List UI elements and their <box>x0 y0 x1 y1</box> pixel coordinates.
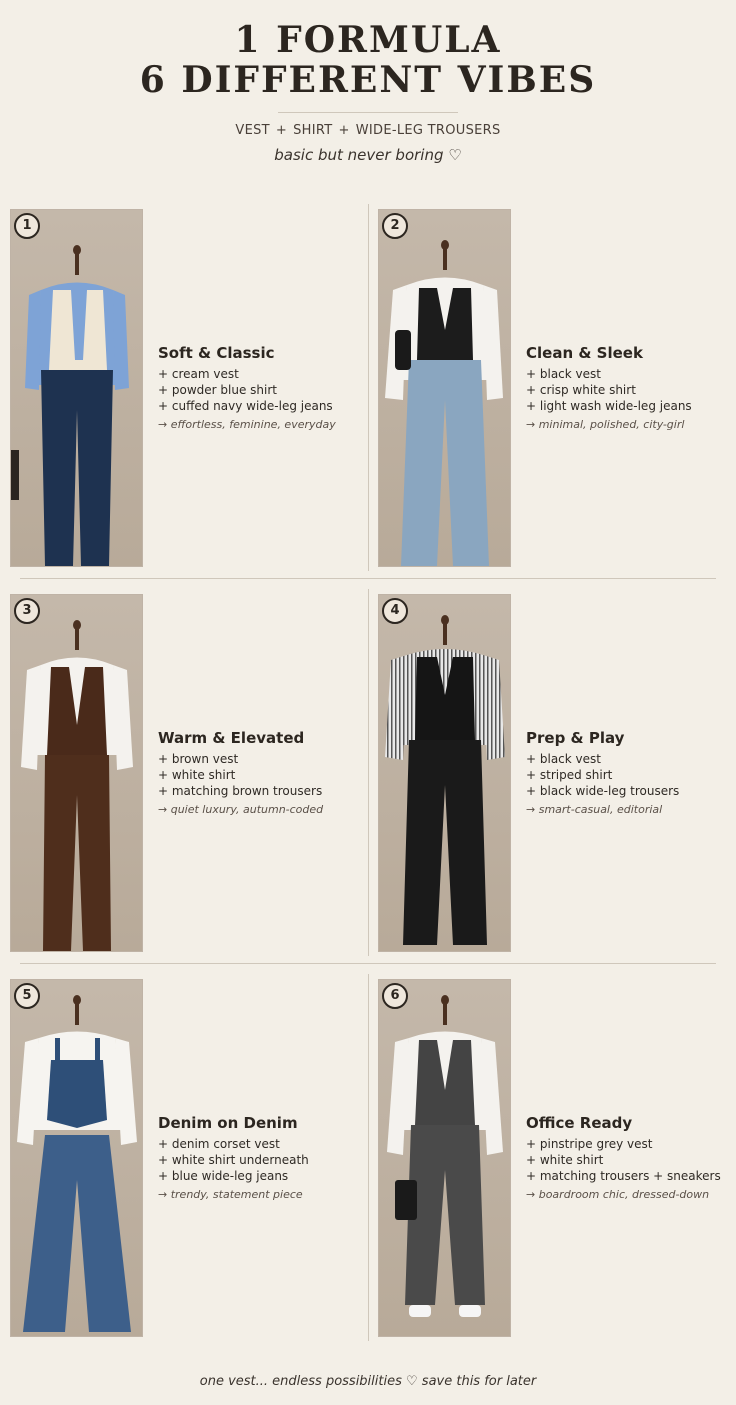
number-badge: 4 <box>382 598 408 624</box>
outfit-photo: 6 <box>378 979 511 1337</box>
outfit-item: + matching brown trousers <box>158 784 323 798</box>
outfit-card-2: 2 Clean & Sleek + black vest + crisp whi… <box>368 200 736 585</box>
outfit-grid: 1 Soft & Classic + cream vest + powder b… <box>0 200 736 1345</box>
outfit-vibe: → minimal, polished, city-girl <box>526 418 685 431</box>
outfit-item: + powder blue shirt <box>158 383 277 397</box>
outfit-info: Warm & Elevated + brown vest + white shi… <box>158 729 363 816</box>
outfit-vibe: → smart-casual, editorial <box>526 803 663 816</box>
outfit-item: + cuffed navy wide-leg jeans <box>158 399 333 413</box>
formula-shirt: SHIRT <box>293 123 333 138</box>
outfit-photo: 1 <box>10 209 143 567</box>
outfit-photo: 4 <box>378 594 511 952</box>
outfit-info: Denim on Denim + denim corset vest + whi… <box>158 1114 363 1201</box>
outfit-item: + blue wide-leg jeans <box>158 1169 289 1183</box>
mannequin-illustration <box>17 995 137 1332</box>
outfit-photo: 3 <box>10 594 143 952</box>
tagline: basic but never boring ♡ <box>274 146 462 164</box>
page-title: 1 FORMULA 6 DIFFERENT VIBES <box>0 0 736 100</box>
outfit-item: + brown vest <box>158 752 239 766</box>
outfit-item: + white shirt <box>158 768 236 782</box>
outfit-item: + cream vest <box>158 367 239 381</box>
number-badge: 1 <box>14 213 40 239</box>
outfit-item: + white shirt underneath <box>158 1153 309 1167</box>
outfit-info: Soft & Classic + cream vest + powder blu… <box>158 344 363 431</box>
outfit-name: Warm & Elevated <box>158 729 305 747</box>
outfit-name: Prep & Play <box>526 729 625 747</box>
outfit-name: Office Ready <box>526 1114 633 1132</box>
outfit-name: Clean & Sleek <box>526 344 643 362</box>
number-badge: 6 <box>382 983 408 1009</box>
outfit-item: + black vest <box>526 752 601 766</box>
plus-sign: + <box>338 123 350 138</box>
outfit-vibe: → trendy, statement piece <box>158 1188 303 1201</box>
outfit-vibe: → boardroom chic, dressed-down <box>526 1188 710 1201</box>
outfit-item: + crisp white shirt <box>526 383 636 397</box>
outfit-photo: 2 <box>378 209 511 567</box>
outfit-name: Denim on Denim <box>158 1114 298 1132</box>
title-line-1: 1 FORMULA <box>234 19 502 61</box>
title-divider <box>278 112 458 113</box>
number-badge: 3 <box>14 598 40 624</box>
title-line-2: 6 DIFFERENT VIBES <box>139 59 597 101</box>
number-badge: 5 <box>14 983 40 1009</box>
outfit-card-5: 5 Denim on Denim + denim corset vest + w… <box>0 970 368 1355</box>
outfit-card-1: 1 Soft & Classic + cream vest + powder b… <box>0 200 368 585</box>
mannequin-illustration <box>385 615 505 945</box>
plus-sign: + <box>275 123 288 138</box>
outfit-info: Office Ready + pinstripe grey vest + whi… <box>526 1114 731 1201</box>
header: 1 FORMULA 6 DIFFERENT VIBES VEST + SHIRT + W… <box>0 0 736 164</box>
outfit-card-4: 4 Prep & Play + black vest + striped shi… <box>368 585 736 970</box>
outfit-item: + light wash wide-leg jeans <box>526 399 692 413</box>
formula-trousers: WIDE-LEG TROUSERS <box>355 123 501 138</box>
outfit-item: + striped shirt <box>526 768 613 782</box>
outfit-item: + pinstripe grey vest <box>526 1137 653 1151</box>
mannequin-illustration <box>387 995 503 1317</box>
footer-note: one vest... endless possibilities ♡ save… <box>199 1374 537 1389</box>
outfit-photo: 5 <box>10 979 143 1337</box>
outfit-vibe: → effortless, feminine, everyday <box>158 418 336 431</box>
outfit-vibe: → quiet luxury, autumn-coded <box>158 803 324 816</box>
formula-vest: VEST <box>235 123 270 138</box>
outfit-info: Prep & Play + black vest + striped shirt… <box>526 729 731 816</box>
outfit-item: + matching trousers + sneakers <box>526 1169 721 1183</box>
mannequin-illustration <box>11 245 129 566</box>
outfit-name: Soft & Classic <box>158 344 275 362</box>
outfit-item: + denim corset vest <box>158 1137 280 1151</box>
outfit-card-3: 3 Warm & Elevated + brown vest + white s… <box>0 585 368 970</box>
outfit-card-6: 6 Office Ready + pinstripe grey vest + w… <box>368 970 736 1355</box>
outfit-info: Clean & Sleek + black vest + crisp white… <box>526 344 731 431</box>
outfit-item: + white shirt <box>526 1153 604 1167</box>
outfit-item: + black wide-leg trousers <box>526 784 680 798</box>
mannequin-illustration <box>21 620 133 951</box>
mannequin-illustration <box>385 240 503 566</box>
formula: VEST + SHIRT + WIDE-LEG TROUSERS <box>0 123 736 138</box>
number-badge: 2 <box>382 213 408 239</box>
outfit-item: + black vest <box>526 367 601 381</box>
